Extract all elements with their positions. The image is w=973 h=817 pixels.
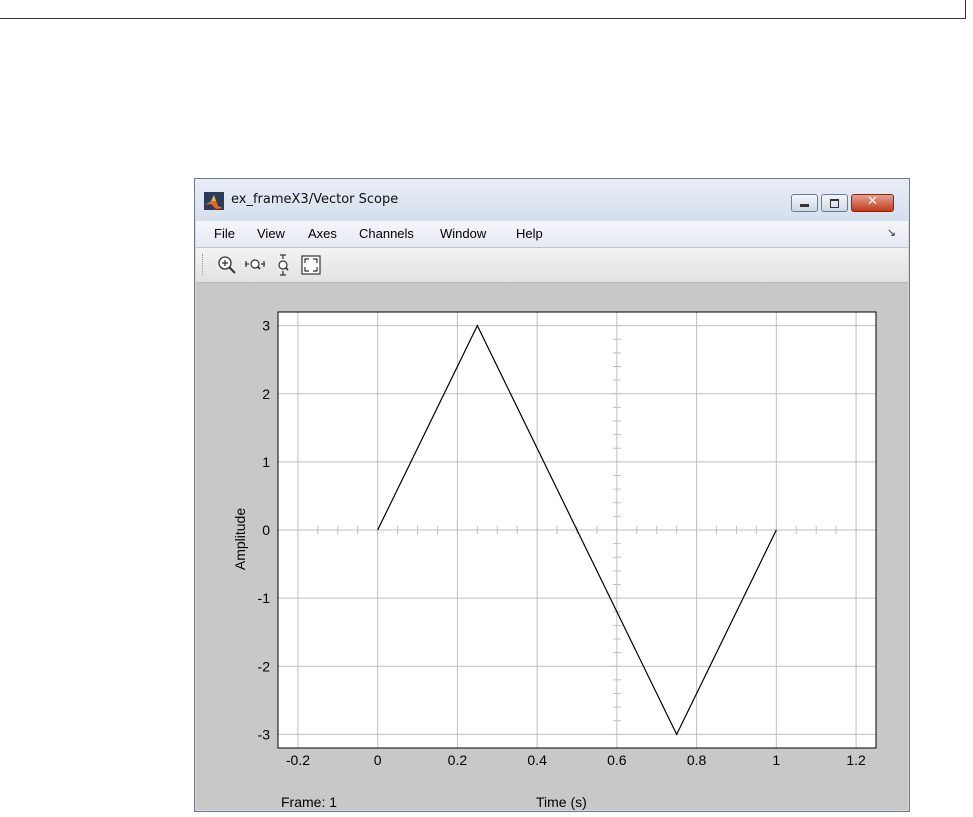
- x-tick-label: 1: [772, 752, 780, 768]
- y-tick-label: -3: [258, 726, 271, 742]
- frame-counter: Frame: 1: [281, 794, 338, 810]
- x-tick-label: 0.8: [687, 752, 707, 768]
- close-icon: ✕: [867, 194, 878, 209]
- x-tick-label: 1.2: [846, 752, 866, 768]
- toolbar: [196, 247, 908, 283]
- menu-help[interactable]: Help: [516, 226, 543, 241]
- matlab-app-icon: [204, 192, 224, 210]
- y-tick-label: -2: [258, 658, 271, 674]
- menu-overflow-icon[interactable]: ↘: [887, 226, 896, 239]
- x-tick-label: 0.2: [448, 752, 468, 768]
- menu-axes[interactable]: Axes: [308, 226, 337, 241]
- menu-bar: File View Axes Channels Window Help ↘: [196, 221, 908, 247]
- menu-window[interactable]: Window: [440, 226, 486, 241]
- close-button[interactable]: ✕: [851, 194, 894, 212]
- y-tick-label: 1: [262, 454, 270, 470]
- scope-window: ex_frameX3/Vector Scope ✕ File View Axes…: [194, 178, 910, 812]
- x-tick-label: 0: [374, 752, 382, 768]
- x-tick-label: 0.4: [527, 752, 547, 768]
- y-tick-label: 0: [262, 522, 270, 538]
- zoom-in-icon[interactable]: [216, 254, 238, 276]
- y-tick-label: -1: [258, 590, 271, 606]
- autoscale-icon[interactable]: [300, 254, 322, 276]
- scope-display: -0.2 0 0.2 0.4 0.6 0.8 1 1.2 3 2 1 0 -1 -2 -3 Amplitud…: [196, 283, 908, 810]
- page-top-rule-end: [965, 0, 966, 19]
- minimize-button[interactable]: [791, 194, 818, 212]
- y-tick-label: 2: [262, 386, 270, 402]
- zoom-y-icon[interactable]: [272, 254, 294, 276]
- page-top-rule: [0, 18, 965, 19]
- y-axis-label: Amplitude: [232, 507, 248, 571]
- menu-file[interactable]: File: [214, 226, 235, 241]
- scope-plot: -0.2 0 0.2 0.4 0.6 0.8 1 1.2 3 2 1 0 -1 -2 -3: [258, 311, 877, 768]
- x-tick-label: 0.6: [607, 752, 627, 768]
- window-title: ex_frameX3/Vector Scope: [231, 192, 399, 207]
- menu-view[interactable]: View: [257, 226, 285, 241]
- toolbar-grip[interactable]: [202, 254, 205, 276]
- menu-channels[interactable]: Channels: [359, 226, 414, 241]
- maximize-button[interactable]: [821, 194, 848, 212]
- title-bar[interactable]: ex_frameX3/Vector Scope ✕: [195, 179, 909, 221]
- x-axis-label: Time (s): [536, 794, 587, 810]
- x-tick-label: -0.2: [286, 752, 310, 768]
- zoom-x-icon[interactable]: [244, 254, 266, 276]
- y-tick-label: 3: [262, 318, 270, 334]
